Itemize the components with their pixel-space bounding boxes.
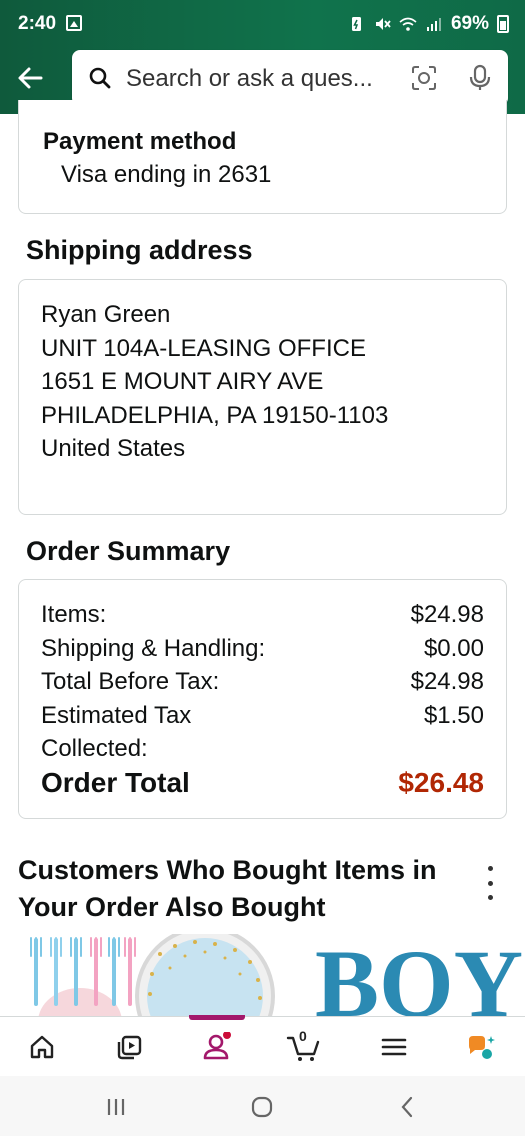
status-bar: 2:40 69% — [0, 0, 525, 50]
order-summary-card: Items: $24.98 Shipping & Handling: $0.00… — [18, 579, 507, 819]
cart-count-badge: 0 — [299, 1028, 307, 1044]
summary-label-shipping: Shipping & Handling: — [41, 635, 266, 662]
search-bar[interactable]: Search or ask a ques... — [72, 50, 508, 106]
nav-cart[interactable]: 0 — [284, 1028, 324, 1065]
payment-method-label: Payment method — [43, 128, 237, 155]
more-options-button[interactable] — [480, 866, 500, 900]
summary-label-tax: Estimated Tax — [41, 702, 192, 729]
menu-icon — [381, 1038, 407, 1056]
summary-value-before-tax: $24.98 — [410, 668, 484, 695]
search-input[interactable]: Search or ask a ques... — [126, 65, 396, 93]
mute-icon — [375, 18, 391, 30]
summary-value-tax: $1.50 — [423, 702, 484, 729]
summary-value-items: $24.98 — [410, 601, 484, 628]
order-total-label: Order Total — [41, 767, 190, 798]
battery-icon — [497, 15, 509, 33]
status-icons: 69% — [347, 13, 509, 35]
recent-apps-button[interactable] — [101, 1092, 131, 1122]
also-bought-title: Customers Who Bought Items in Your Order… — [18, 855, 437, 922]
address-city: PHILADELPHIA, PA 19150-1103 — [41, 402, 389, 429]
camera-lens-icon[interactable] — [410, 64, 438, 92]
recent-apps-icon — [107, 1099, 125, 1115]
wifi-icon — [399, 17, 417, 31]
bottom-navigation: 0 — [0, 1015, 525, 1076]
shipping-address-card: Ryan Green UNIT 104A-LEASING OFFICE 1651… — [18, 279, 507, 515]
account-icon — [203, 1032, 231, 1060]
summary-label-tax-collected: Collected: — [41, 735, 148, 762]
back-arrow-icon — [18, 67, 43, 89]
address-country: United States — [41, 435, 186, 462]
summary-value-shipping: $0.00 — [423, 635, 484, 662]
order-total-value: $26.48 — [398, 767, 484, 798]
product-boy-text: BOY — [315, 934, 523, 1016]
status-time: 2:40 — [18, 13, 57, 34]
order-summary-title: Order Summary — [26, 536, 231, 566]
signal-icon — [426, 18, 441, 31]
active-tab-indicator — [189, 1015, 245, 1020]
home-system-button[interactable] — [247, 1092, 277, 1122]
battery-saver-icon — [351, 17, 361, 31]
home-circle-icon — [251, 1096, 273, 1118]
nav-home[interactable] — [22, 1029, 62, 1065]
system-navigation-bar — [0, 1076, 525, 1136]
back-button[interactable] — [12, 60, 48, 96]
gallery-notification-icon — [66, 15, 82, 31]
summary-label-items: Items: — [41, 601, 107, 628]
nav-account[interactable] — [197, 1029, 237, 1065]
home-icon — [30, 1035, 54, 1059]
battery-percent: 69% — [450, 13, 489, 34]
summary-label-before-tax: Total Before Tax: — [41, 668, 220, 695]
video-icon — [117, 1035, 142, 1060]
back-system-button[interactable] — [393, 1092, 423, 1122]
nav-rufus[interactable] — [461, 1029, 501, 1065]
rufus-icon — [469, 1036, 495, 1059]
product-image-boy-banner[interactable]: BOY — [315, 934, 525, 1016]
payment-method-value: Visa ending in 2631 — [61, 161, 272, 188]
microphone-icon[interactable] — [468, 64, 492, 92]
chevron-left-icon — [401, 1096, 413, 1118]
app-header: 2:40 69% Search or ask a ques... — [0, 0, 525, 114]
nav-video[interactable] — [109, 1029, 149, 1065]
payment-method-card: Payment method Visa ending in 2631 — [18, 100, 507, 214]
address-name: Ryan Green — [41, 301, 171, 328]
nav-menu[interactable] — [374, 1029, 414, 1065]
product-image-party-plates[interactable] — [0, 934, 300, 1016]
search-icon — [89, 67, 111, 89]
also-bought-carousel[interactable]: BOY — [0, 934, 525, 1016]
address-line-1: UNIT 104A-LEASING OFFICE — [41, 335, 366, 362]
shipping-address-title: Shipping address — [26, 235, 253, 265]
address-line-2: 1651 E MOUNT AIRY AVE — [41, 368, 324, 395]
